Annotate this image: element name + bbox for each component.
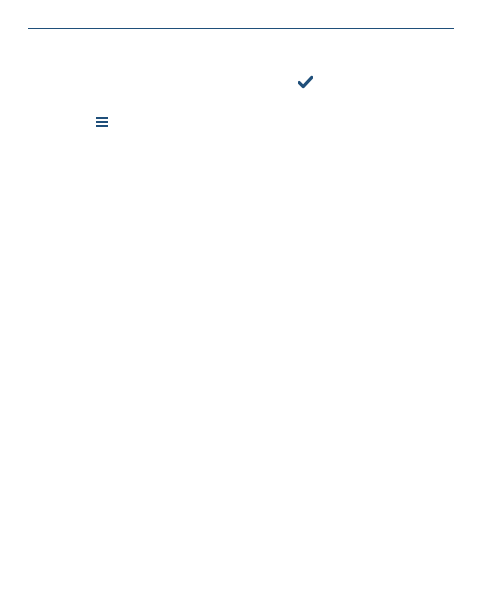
header-divider — [28, 28, 454, 29]
confirm-button[interactable] — [298, 75, 313, 89]
menu-button[interactable] — [95, 115, 109, 129]
hamburger-menu-icon — [95, 115, 109, 129]
check-icon — [298, 75, 313, 89]
